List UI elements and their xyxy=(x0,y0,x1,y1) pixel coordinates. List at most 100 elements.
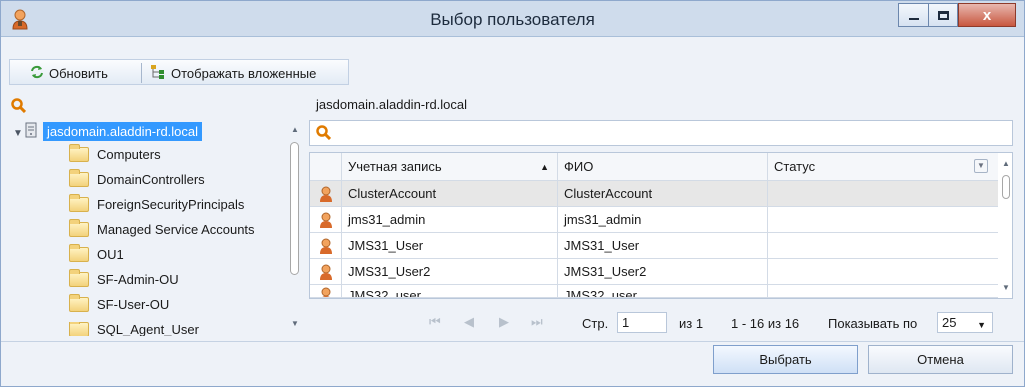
cell-name: JMS32_user... xyxy=(558,285,768,297)
maximize-button[interactable] xyxy=(928,3,958,27)
page-count-label: из 1 xyxy=(679,316,704,331)
page-size-label: Показывать по xyxy=(828,316,918,331)
pager: ⏮ ◀ ▶ ⏭ Стр. 1 из 1 1 - 16 из 16 Показыв… xyxy=(309,309,1013,337)
column-header-account[interactable]: Учетная запись ▲ xyxy=(342,153,558,181)
tree-item-label: ForeignSecurityPrincipals xyxy=(97,197,245,212)
scroll-up-icon[interactable]: ▲ xyxy=(291,125,299,134)
tree-item-computers[interactable]: Computers xyxy=(69,144,161,162)
scroll-down-icon[interactable]: ▼ xyxy=(291,319,299,328)
table-row[interactable]: JMS31_User JMS31_User xyxy=(310,233,998,259)
folder-icon xyxy=(69,269,89,287)
scroll-down-icon[interactable]: ▼ xyxy=(1002,283,1010,292)
table-row[interactable]: jms31_admin jms31_admin xyxy=(310,207,998,233)
search-icon xyxy=(316,125,332,143)
user-icon xyxy=(310,207,342,233)
column-filter-icon[interactable]: ▼ xyxy=(974,159,988,173)
folder-icon xyxy=(69,169,89,187)
tree-item-domain-controllers[interactable]: DomainControllers xyxy=(69,169,205,187)
collapse-icon[interactable]: ▼ xyxy=(13,128,23,139)
scroll-up-icon[interactable]: ▲ xyxy=(1002,159,1010,168)
column-header-status[interactable]: Статус ▼ xyxy=(768,153,998,181)
page-label: Стр. xyxy=(582,316,609,331)
chevron-down-icon: ▼ xyxy=(977,320,986,330)
tree-item-sf-admin-ou[interactable]: SF-Admin-OU xyxy=(69,269,179,287)
tree-root-label: jasdomain.aladdin-rd.local xyxy=(43,122,203,141)
records-range-label: 1 - 16 из 16 xyxy=(731,316,800,331)
column-header-label: Учетная запись xyxy=(348,159,442,174)
server-icon xyxy=(25,122,37,141)
tree-item-label: SF-Admin-OU xyxy=(97,272,179,287)
title-bar[interactable]: Выбор пользователя x xyxy=(1,1,1024,37)
refresh-icon xyxy=(30,65,44,82)
prev-page-icon[interactable]: ◀ xyxy=(464,314,474,330)
tree-item-foreign-security-principals[interactable]: ForeignSecurityPrincipals xyxy=(69,194,245,212)
cell-account: ClusterAccount xyxy=(342,181,558,207)
hierarchy-icon xyxy=(150,64,166,83)
show-nested-button[interactable]: Отображать вложенные xyxy=(150,63,316,83)
cell-status xyxy=(768,181,998,207)
cell-account: JMS31_User2 xyxy=(342,259,558,285)
column-header-name[interactable]: ФИО xyxy=(558,153,768,181)
refresh-button[interactable]: Обновить xyxy=(30,63,108,83)
cell-account: JMS32_user... xyxy=(342,285,558,297)
cell-name: jms31_admin xyxy=(558,207,768,233)
tree-item-sql-agent-user[interactable]: SQL_Agent_User xyxy=(69,322,199,336)
tree-item-label: SF-User-OU xyxy=(97,297,170,312)
tree-item-label: Computers xyxy=(97,147,161,162)
grid-header: Учетная запись ▲ ФИО Статус ▼ xyxy=(310,153,998,181)
show-nested-label: Отображать вложенные xyxy=(171,65,317,81)
tree-item-label: OU1 xyxy=(97,247,124,262)
column-header-label: ФИО xyxy=(564,159,594,174)
folder-icon xyxy=(69,322,89,336)
table-row[interactable]: JMS32_user... JMS32_user... xyxy=(310,285,998,298)
next-page-icon[interactable]: ▶ xyxy=(499,314,509,330)
cell-status xyxy=(768,207,998,233)
grid-scrollbar-thumb[interactable] xyxy=(1002,175,1010,199)
page-size-select[interactable]: 25 ▼ xyxy=(937,312,993,333)
folder-icon xyxy=(69,144,89,162)
sort-ascending-icon: ▲ xyxy=(540,162,549,172)
tree-root-domain[interactable]: jasdomain.aladdin-rd.local xyxy=(25,122,203,141)
tree-item-label: DomainControllers xyxy=(97,172,205,187)
tree-scrollbar-thumb[interactable] xyxy=(290,142,299,275)
toolbar-separator xyxy=(141,63,142,83)
select-button[interactable]: Выбрать xyxy=(713,345,858,374)
user-icon xyxy=(310,259,342,285)
toolbar: Обновить Отображать вложенные xyxy=(9,59,349,85)
cell-name: JMS31_User xyxy=(558,233,768,259)
footer-divider xyxy=(1,341,1024,342)
tree-item-managed-service-accounts[interactable]: Managed Service Accounts xyxy=(69,219,255,237)
folder-icon xyxy=(69,244,89,262)
minimize-icon xyxy=(908,18,919,20)
table-row[interactable]: ClusterAccount ClusterAccount xyxy=(310,181,998,207)
minimize-button[interactable] xyxy=(898,3,928,27)
tree-item-sf-user-ou[interactable]: SF-User-OU xyxy=(69,294,170,312)
folder-icon xyxy=(69,219,89,237)
last-page-icon[interactable]: ⏭ xyxy=(531,314,543,330)
cell-name: ClusterAccount xyxy=(558,181,768,207)
tree-item-label: Managed Service Accounts xyxy=(97,222,255,237)
user-icon xyxy=(310,181,342,207)
cell-status xyxy=(768,259,998,285)
first-page-icon[interactable]: ⏮ xyxy=(429,314,441,330)
user-search-input[interactable] xyxy=(309,120,1013,146)
page-size-value: 25 xyxy=(942,315,957,330)
cell-account: JMS31_User xyxy=(342,233,558,259)
folder-icon xyxy=(69,294,89,312)
users-grid: Учетная запись ▲ ФИО Статус ▼ ClusterAcc… xyxy=(309,152,1013,299)
user-icon xyxy=(310,233,342,259)
cell-status xyxy=(768,285,998,297)
cell-name: JMS31_User2 xyxy=(558,259,768,285)
table-row[interactable]: JMS31_User2 JMS31_User2 xyxy=(310,259,998,285)
close-button[interactable]: x xyxy=(958,3,1016,27)
folder-icon xyxy=(69,194,89,212)
cancel-button[interactable]: Отмена xyxy=(868,345,1013,374)
tree-item-ou1[interactable]: OU1 xyxy=(69,244,124,262)
header-icon-column xyxy=(310,153,342,181)
cell-status xyxy=(768,233,998,259)
page-number-input[interactable]: 1 xyxy=(617,312,667,333)
search-icon[interactable] xyxy=(11,98,27,116)
refresh-label: Обновить xyxy=(49,65,108,81)
user-icon xyxy=(310,285,342,297)
selected-domain-label: jasdomain.aladdin-rd.local xyxy=(316,97,468,112)
